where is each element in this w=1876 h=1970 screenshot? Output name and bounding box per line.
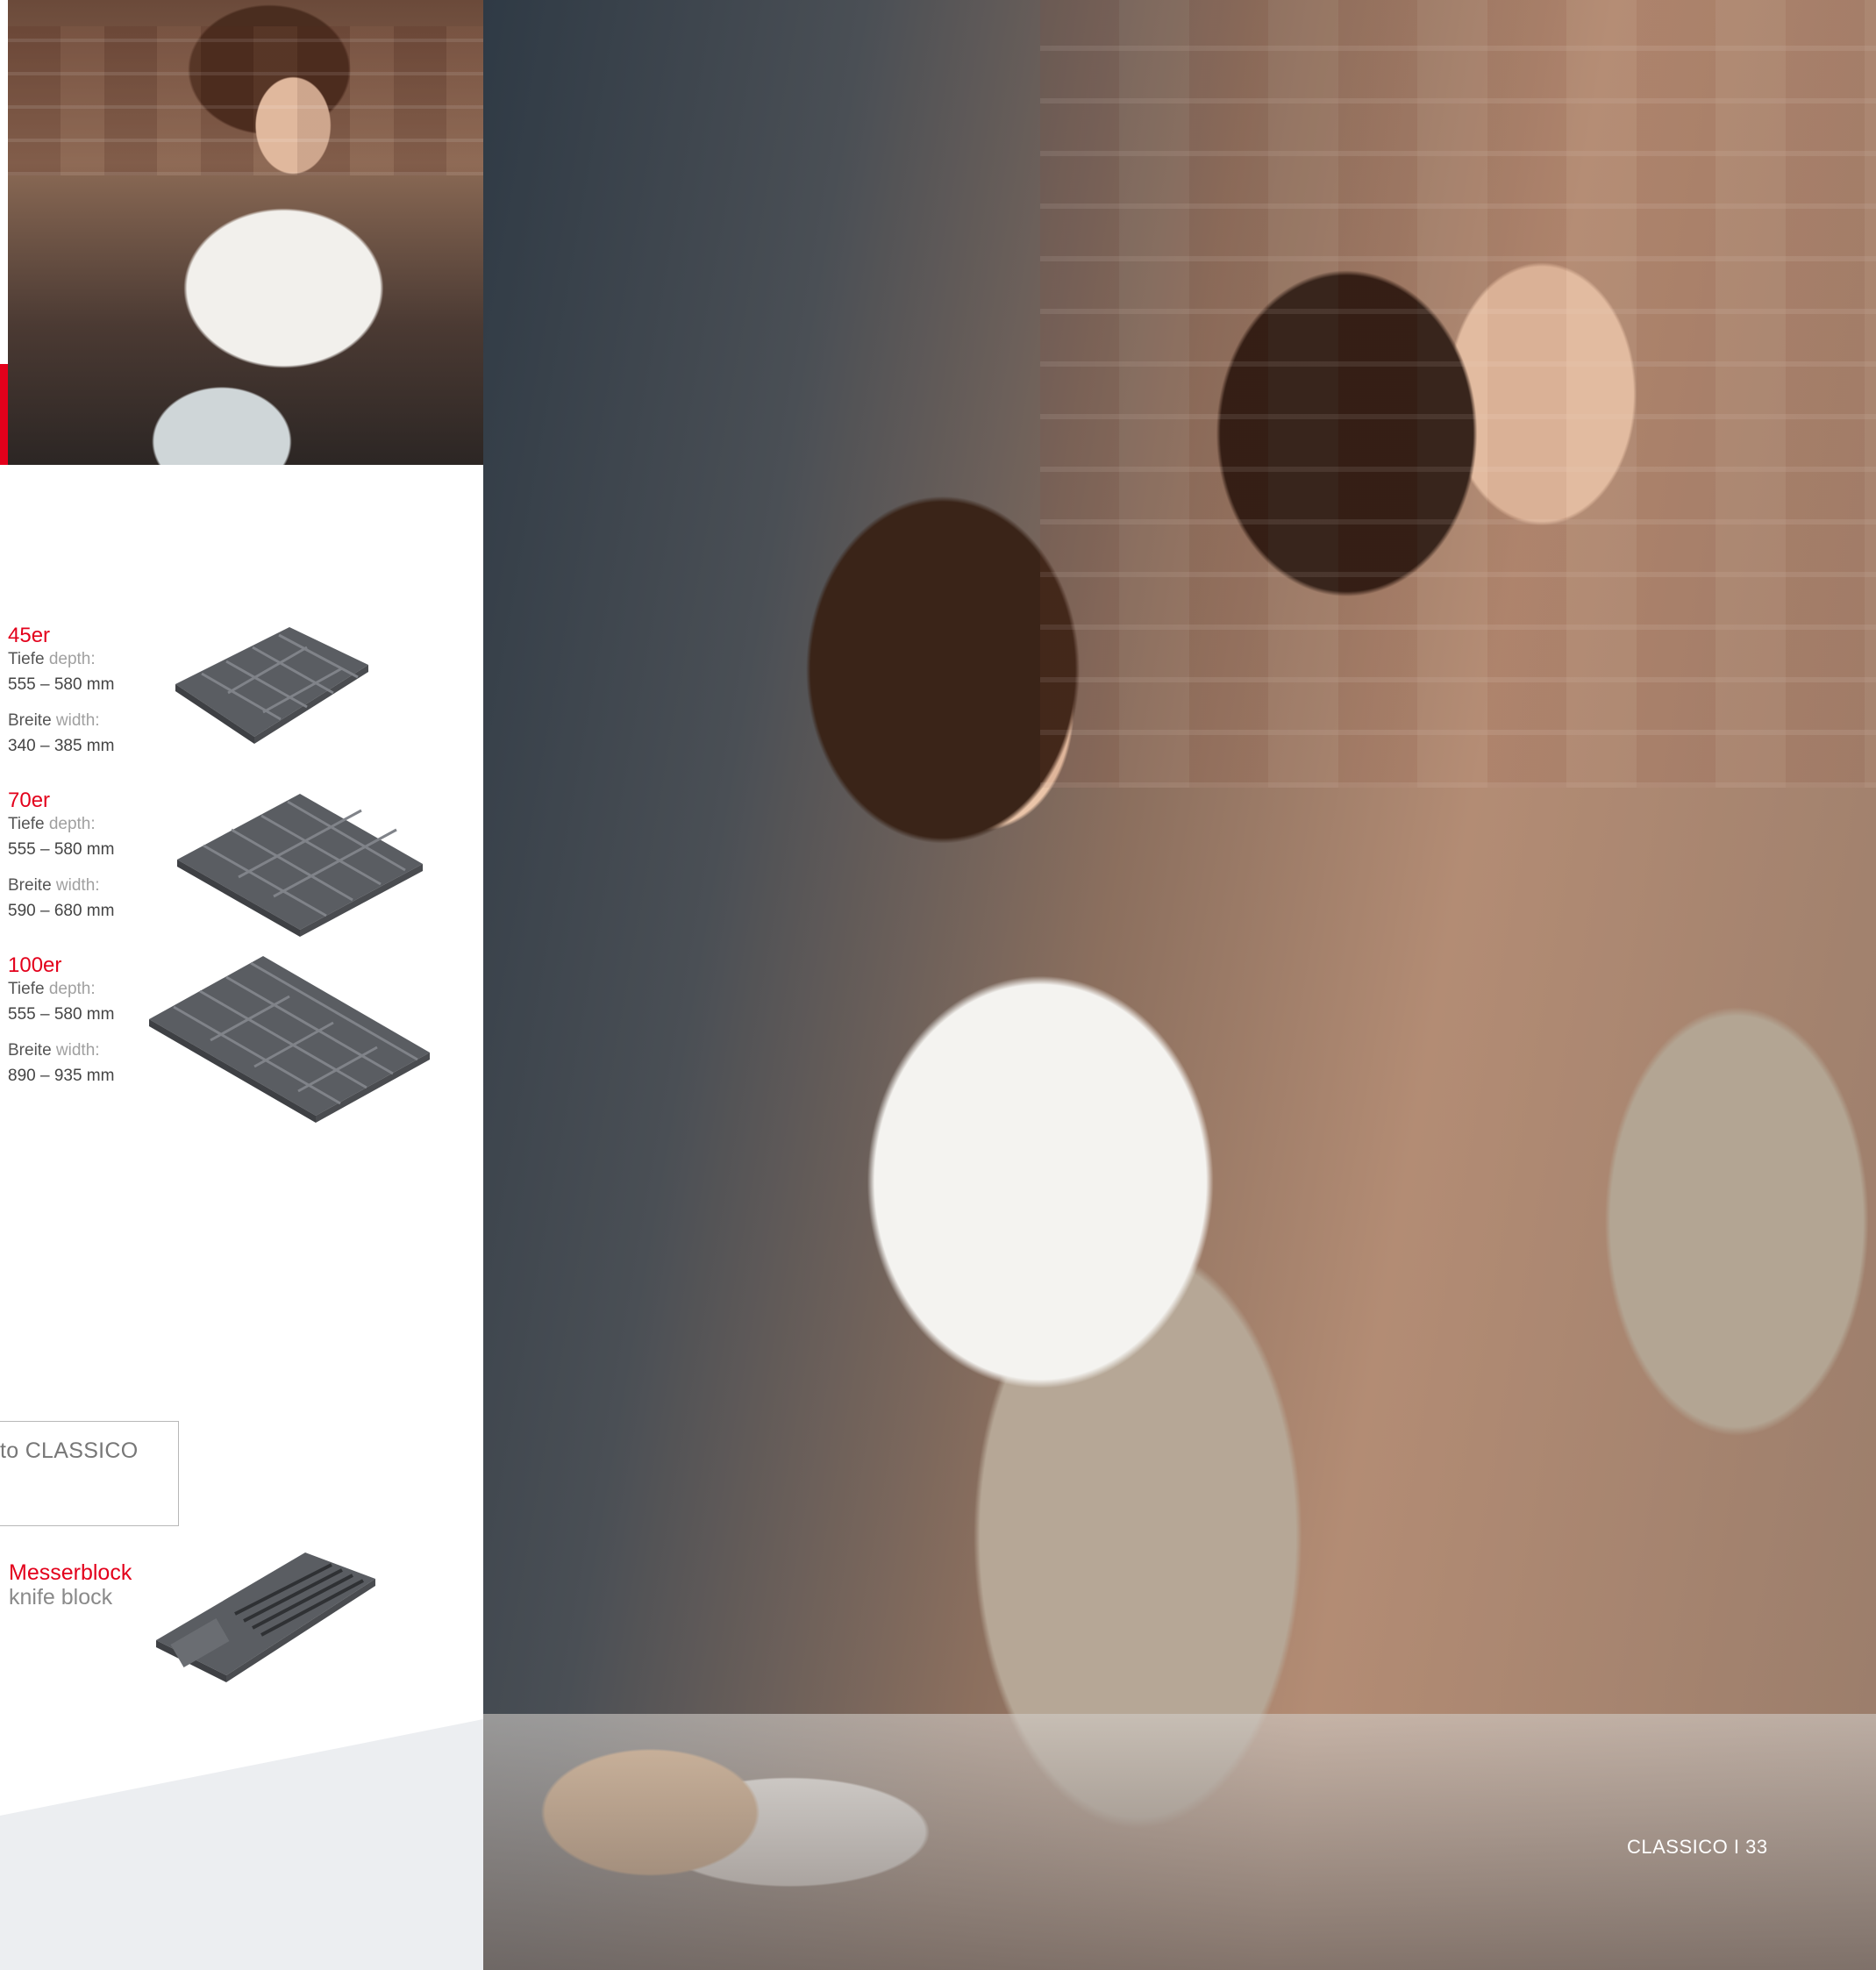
girl-photo xyxy=(8,0,483,465)
tray-100er-image xyxy=(149,956,430,1123)
page-footer: CLASSICO I 33 xyxy=(1627,1836,1768,1858)
tray-70er-image xyxy=(177,789,423,939)
grey-diagonal-shape xyxy=(0,1719,483,1970)
info-box-text: to CLASSICO xyxy=(0,1438,139,1463)
red-accent-bar xyxy=(0,364,8,465)
knife-block-name-en: knife block xyxy=(9,1585,113,1610)
tray-45er-image xyxy=(175,623,368,746)
knife-block-name-de: Messerblock xyxy=(9,1560,132,1585)
knife-block-image xyxy=(156,1552,375,1684)
main-photo-mother-daughter-baking xyxy=(483,0,1876,1970)
info-box xyxy=(0,1421,179,1526)
left-column: 45er Tiefe depth: 555 – 580 mm Breite wi… xyxy=(0,0,483,1970)
